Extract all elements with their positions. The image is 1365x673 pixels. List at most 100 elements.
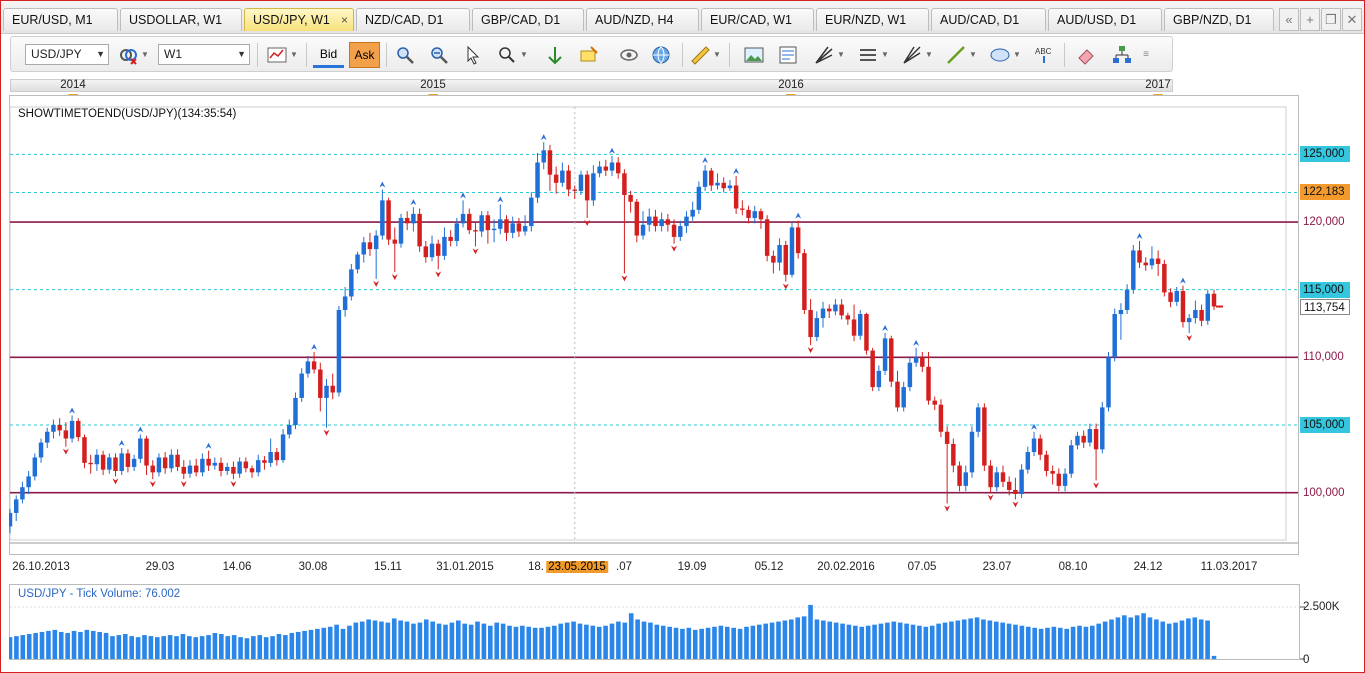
volume-bar[interactable] <box>840 623 845 659</box>
volume-bar[interactable] <box>52 629 58 659</box>
volume-bar[interactable] <box>789 619 794 659</box>
volume-bar[interactable] <box>462 623 468 659</box>
volume-bar[interactable] <box>148 636 154 659</box>
volume-bar[interactable] <box>270 636 275 659</box>
candle[interactable] <box>882 332 888 375</box>
volume-bar[interactable] <box>110 636 115 659</box>
link-chart-icon[interactable] <box>116 43 140 67</box>
volume-bar[interactable] <box>1166 623 1172 659</box>
tab-usdollar-w1[interactable]: USDOLLAR, W1 <box>120 8 242 31</box>
volume-bar[interactable] <box>993 621 999 659</box>
candlestick-chart[interactable] <box>9 95 1299 555</box>
volume-bar[interactable] <box>712 626 717 659</box>
volume-bar[interactable] <box>705 627 711 659</box>
volume-bar[interactable] <box>1045 627 1050 659</box>
volume-bar[interactable] <box>97 631 102 659</box>
volume-bar[interactable] <box>686 627 692 659</box>
volume-bar[interactable] <box>821 620 826 659</box>
volume-bar[interactable] <box>340 628 346 659</box>
chevron-down-icon[interactable]: ▼ <box>1012 43 1022 67</box>
volume-bar[interactable] <box>1090 625 1095 659</box>
volume-bar[interactable] <box>949 621 954 659</box>
volume-bar[interactable] <box>65 633 70 659</box>
volume-bar[interactable] <box>1077 625 1082 659</box>
chevron-down-icon[interactable]: ▼ <box>140 43 150 67</box>
tab-gbp-nzd-d1[interactable]: GBP/NZD, D1 <box>1164 8 1274 31</box>
volume-bar[interactable] <box>1051 626 1057 659</box>
volume-bar[interactable] <box>731 627 736 659</box>
volume-bar[interactable] <box>571 621 576 659</box>
volume-bar[interactable] <box>1096 623 1102 659</box>
volume-bar[interactable] <box>923 626 929 659</box>
volume-bar[interactable] <box>564 622 570 659</box>
symbol-select[interactable]: USD/JPY ▼ <box>25 44 109 65</box>
volume-bar[interactable] <box>1070 626 1076 659</box>
candle[interactable] <box>1162 259 1167 297</box>
volume-bar[interactable] <box>628 613 634 659</box>
volume-bar[interactable] <box>872 624 877 659</box>
volume-bar[interactable] <box>372 620 378 659</box>
volume-bar[interactable] <box>1122 615 1127 659</box>
timeframe-select[interactable]: W1 ▼ <box>158 44 250 65</box>
volume-bar[interactable] <box>225 636 231 659</box>
volume-bar[interactable] <box>718 625 724 659</box>
volume-bar[interactable] <box>1141 613 1146 659</box>
volume-bar[interactable] <box>1000 622 1005 659</box>
volume-bar[interactable] <box>135 637 141 659</box>
volume-bar[interactable] <box>103 633 109 659</box>
volume-bar[interactable] <box>129 636 134 659</box>
volume-bar[interactable] <box>9 637 13 659</box>
close-window-icon[interactable]: ✕ <box>1342 8 1362 31</box>
volume-bar[interactable] <box>1134 615 1140 659</box>
volume-bar[interactable] <box>366 619 371 659</box>
candle[interactable] <box>1106 351 1111 412</box>
volume-bar[interactable] <box>660 625 666 659</box>
volume-bar[interactable] <box>295 631 301 659</box>
volume-bar[interactable] <box>1013 624 1018 659</box>
candle[interactable] <box>764 215 770 262</box>
eraser-icon[interactable] <box>1074 43 1098 67</box>
chevron-down-icon[interactable]: ▼ <box>836 43 846 67</box>
ask-button[interactable]: Ask <box>349 42 380 68</box>
candle[interactable] <box>864 312 869 355</box>
candle[interactable] <box>1131 245 1136 294</box>
volume-bar[interactable] <box>897 622 903 659</box>
candle[interactable] <box>1112 308 1117 362</box>
volume-bar[interactable] <box>737 628 743 659</box>
volume-bar[interactable] <box>1179 620 1185 659</box>
volume-bar[interactable] <box>315 628 320 659</box>
volume-panel[interactable] <box>9 584 1364 664</box>
volume-bar[interactable] <box>206 635 211 659</box>
volume-bar[interactable] <box>1205 620 1210 659</box>
volume-bar[interactable] <box>680 628 685 659</box>
volume-bar[interactable] <box>58 631 64 659</box>
volume-bar[interactable] <box>46 630 51 659</box>
chevron-down-icon[interactable]: ▼ <box>968 43 978 67</box>
volume-bar[interactable] <box>641 621 647 659</box>
volume-bar[interactable] <box>161 636 167 659</box>
highlight-icon[interactable] <box>577 43 601 67</box>
volume-bar[interactable] <box>199 636 205 659</box>
chevron-down-icon[interactable]: ▼ <box>519 43 529 67</box>
volume-bar[interactable] <box>411 623 416 659</box>
candle[interactable] <box>802 249 807 315</box>
candle[interactable] <box>789 222 795 278</box>
volume-bar[interactable] <box>859 626 865 659</box>
volume-bar[interactable] <box>71 630 77 659</box>
volume-bar[interactable] <box>231 635 237 659</box>
ellipse-icon[interactable] <box>988 43 1012 67</box>
volume-bar[interactable] <box>14 636 19 659</box>
volume-bar[interactable] <box>584 624 589 659</box>
volume-bar[interactable] <box>379 621 384 659</box>
volume-bar[interactable] <box>769 622 775 659</box>
volume-bar[interactable] <box>776 621 781 659</box>
volume-bar[interactable] <box>244 638 250 659</box>
volume-bar[interactable] <box>936 623 941 659</box>
candle[interactable] <box>870 347 875 392</box>
zoom-in-icon[interactable] <box>393 43 417 67</box>
volume-bar[interactable] <box>308 629 314 659</box>
volume-bar[interactable] <box>1006 623 1012 659</box>
volume-bar[interactable] <box>1038 628 1044 659</box>
eye-icon[interactable] <box>617 43 641 67</box>
globe-icon[interactable] <box>649 43 673 67</box>
